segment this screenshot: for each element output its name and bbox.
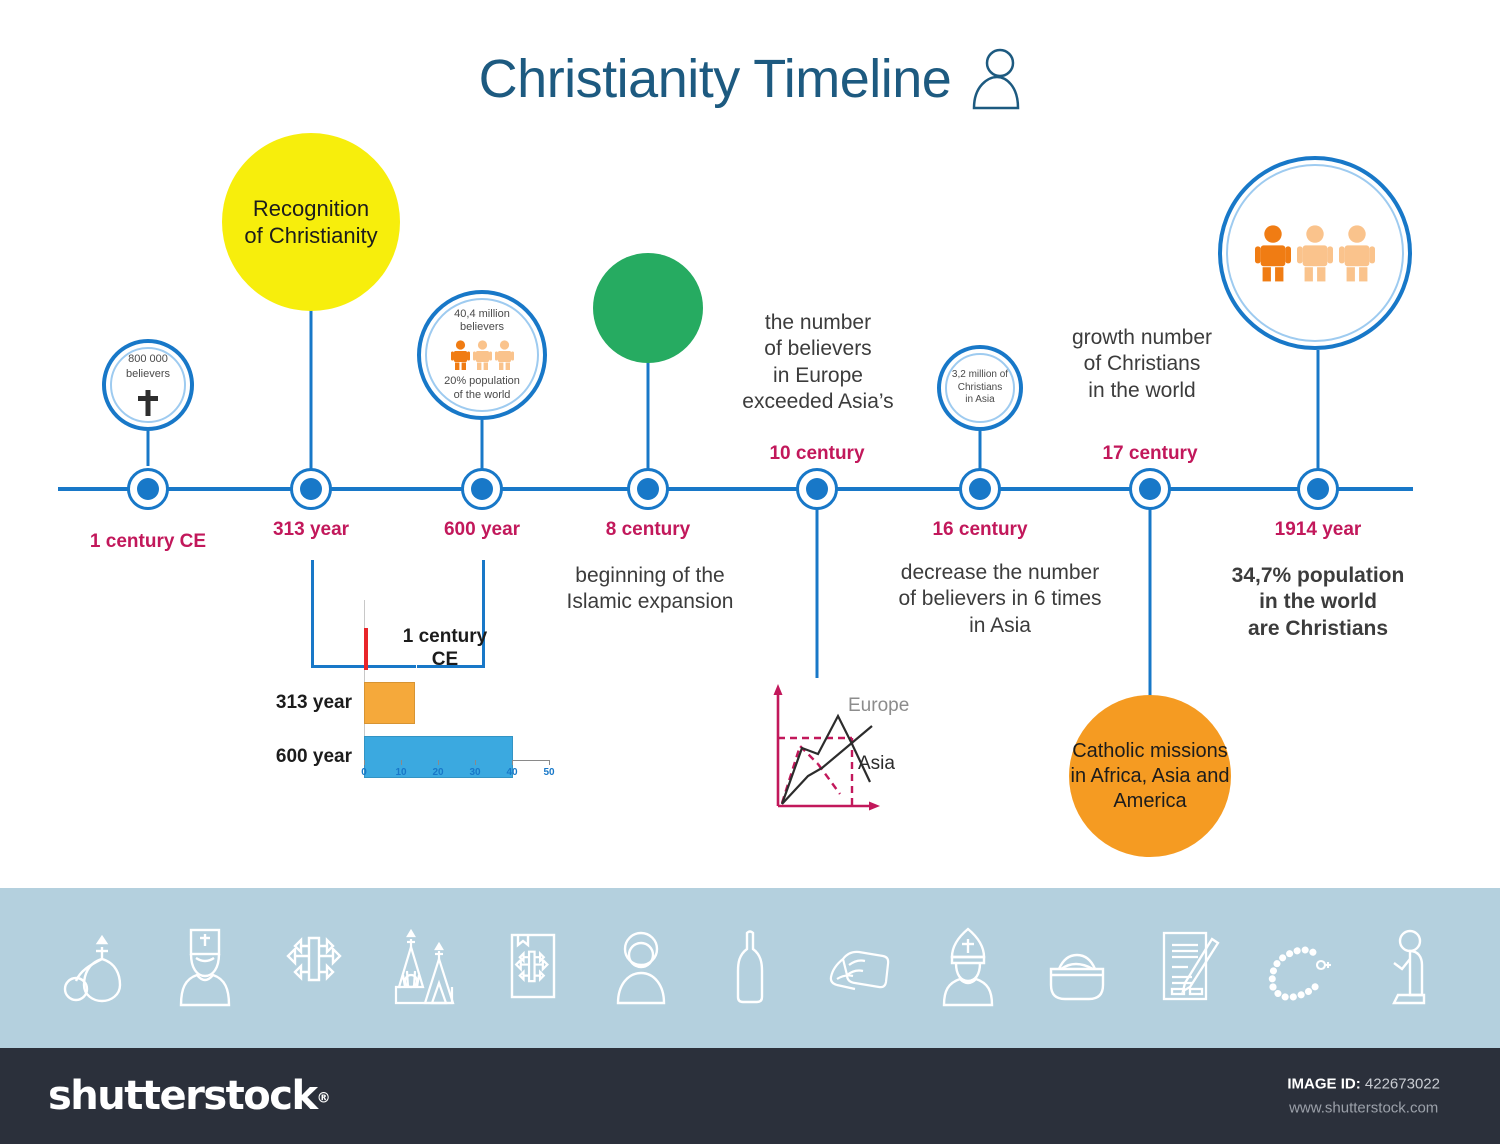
- callout-circle-recognition: Recognition of Christianity: [222, 133, 400, 311]
- year-label-7: 17 century: [1102, 443, 1198, 464]
- stem-node-1: [146, 431, 150, 466]
- desc-node-7: growth number of Christians in the world: [1071, 326, 1213, 402]
- timeline-node-4[interactable]: [627, 468, 669, 510]
- stem-node-2: [309, 310, 313, 470]
- image-id-line: IMAGE ID: 422673022: [1287, 1076, 1440, 1093]
- xtick-20: 20: [432, 767, 444, 778]
- cross-icon: [138, 389, 158, 416]
- three-people-icon: [450, 340, 514, 370]
- timeline-node-6[interactable]: [959, 468, 1001, 510]
- shutterstock-logo[interactable]: shutterstock®: [48, 1073, 331, 1119]
- logo-text: shutterstock: [48, 1073, 318, 1119]
- stem-node-8: [1316, 350, 1320, 470]
- footer-website: www.shutterstock.com: [1289, 1099, 1439, 1117]
- church-domes-icon: [64, 934, 122, 1003]
- footer-bar: shutterstock® IMAGE ID: 422673022 www.sh…: [0, 1048, 1500, 1144]
- stem-node-5: [815, 508, 819, 678]
- timeline-canvas: 800 000 believers 1 century CE Recogniti…: [0, 0, 1500, 890]
- image-id-value: 422673022: [1364, 1075, 1440, 1093]
- callout-6-text: 3,2 million of Christians in Asia: [951, 369, 1009, 406]
- bar-label-1-century: 1 century CE: [402, 626, 488, 670]
- infographic-root: Christianity Timeline 800 000 believers …: [0, 0, 1500, 1144]
- church-spires-icon: [395, 928, 455, 1005]
- stem-node-4: [646, 360, 650, 470]
- xtick-10: 10: [395, 767, 407, 778]
- priest-icon: [180, 928, 231, 1007]
- timeline-node-3[interactable]: [461, 468, 503, 510]
- desc-node-8: 34,7% population in the world are Christ…: [1231, 564, 1405, 640]
- year-label-6: 16 century: [932, 519, 1028, 540]
- bar-313: [364, 682, 415, 724]
- timeline-node-5[interactable]: [796, 468, 838, 510]
- logo-registered-mark: ®: [316, 1090, 331, 1107]
- rosary-icon: [1268, 946, 1331, 1001]
- xtick-50: 50: [543, 767, 555, 778]
- year-label-1: 1 century CE: [89, 531, 207, 552]
- three-people-icon-large: [1255, 224, 1375, 282]
- bar-label-313: 313 year: [275, 691, 352, 713]
- callout-missions-label: Catholic missions in Africa, Asia and Am…: [1070, 739, 1230, 812]
- bar-label-600: 600 year: [275, 745, 352, 767]
- praying-person-icon: [1391, 929, 1425, 1005]
- callout-circle-1914: [1218, 156, 1412, 350]
- callout-circle-asia-christians: 3,2 million of Christians in Asia: [937, 345, 1023, 431]
- bar-row-313: 313 year: [276, 682, 415, 724]
- crescent-moon-icon: [639, 288, 659, 328]
- xtick-0: 0: [361, 767, 367, 778]
- desc-node-5: the number of believers in Europe exceed…: [742, 311, 894, 413]
- bar-row-1-century: 1 century CE: [364, 626, 487, 670]
- xtick-30: 30: [469, 767, 481, 778]
- growth-bar-chart: 1 century CE 313 year 600 year 0 10 20 3…: [248, 600, 558, 790]
- year-label-3: 600 year: [443, 519, 521, 540]
- xtick-40: 40: [506, 767, 518, 778]
- orthodox-cross-icon: [286, 936, 342, 982]
- image-id-label: IMAGE ID:: [1287, 1075, 1361, 1093]
- wine-bottle-icon: [736, 930, 764, 1004]
- bible-icon: [510, 933, 556, 999]
- timeline-node-2[interactable]: [290, 468, 332, 510]
- callout-circle-catholic-missions: Catholic missions in Africa, Asia and Am…: [1069, 695, 1231, 857]
- stem-node-6: [978, 431, 982, 469]
- europe-asia-linechart: Europe Asia: [760, 676, 940, 816]
- timeline-node-7[interactable]: [1129, 468, 1171, 510]
- icon-strip: [0, 888, 1500, 1048]
- nun-icon: [616, 931, 666, 1005]
- timeline-node-8[interactable]: [1297, 468, 1339, 510]
- year-label-2: 313 year: [272, 519, 350, 540]
- footer-meta: IMAGE ID: 422673022 www.shutterstock.com: [1287, 1076, 1440, 1117]
- stem-node-3: [480, 420, 484, 470]
- callout-3-bottom: 20% population of the world: [444, 375, 520, 401]
- linechart-legend-europe: Europe: [848, 695, 909, 716]
- callout-1-believers: 800 000: [128, 353, 168, 366]
- callout-1-believers-sub: believers: [125, 368, 171, 380]
- year-label-5: 10 century: [769, 443, 865, 464]
- timeline-axis: [58, 487, 1413, 491]
- timeline-node-1[interactable]: [127, 468, 169, 510]
- pope-icon: [942, 927, 994, 1007]
- document-pen-icon: [1162, 931, 1220, 1001]
- callout-recognition-label: Recognition of Christianity: [244, 195, 378, 249]
- stem-node-7: [1148, 508, 1152, 698]
- linechart-legend-asia: Asia: [858, 753, 895, 774]
- year-label-8: 1914 year: [1274, 519, 1362, 540]
- callout-circle-600-year: 40,4 million believers 20% population of…: [417, 290, 547, 420]
- callout-3-top: 40,4 million believers: [454, 307, 510, 334]
- bread-icon: [829, 950, 890, 991]
- callout-circle-1-century: 800 000 believers: [102, 339, 194, 431]
- bread-basket-icon: [1049, 953, 1104, 1001]
- callout-circle-islam: [593, 253, 703, 363]
- year-label-4: 8 century: [605, 519, 691, 540]
- desc-node-6: decrease the number of believers in 6 ti…: [898, 561, 1102, 637]
